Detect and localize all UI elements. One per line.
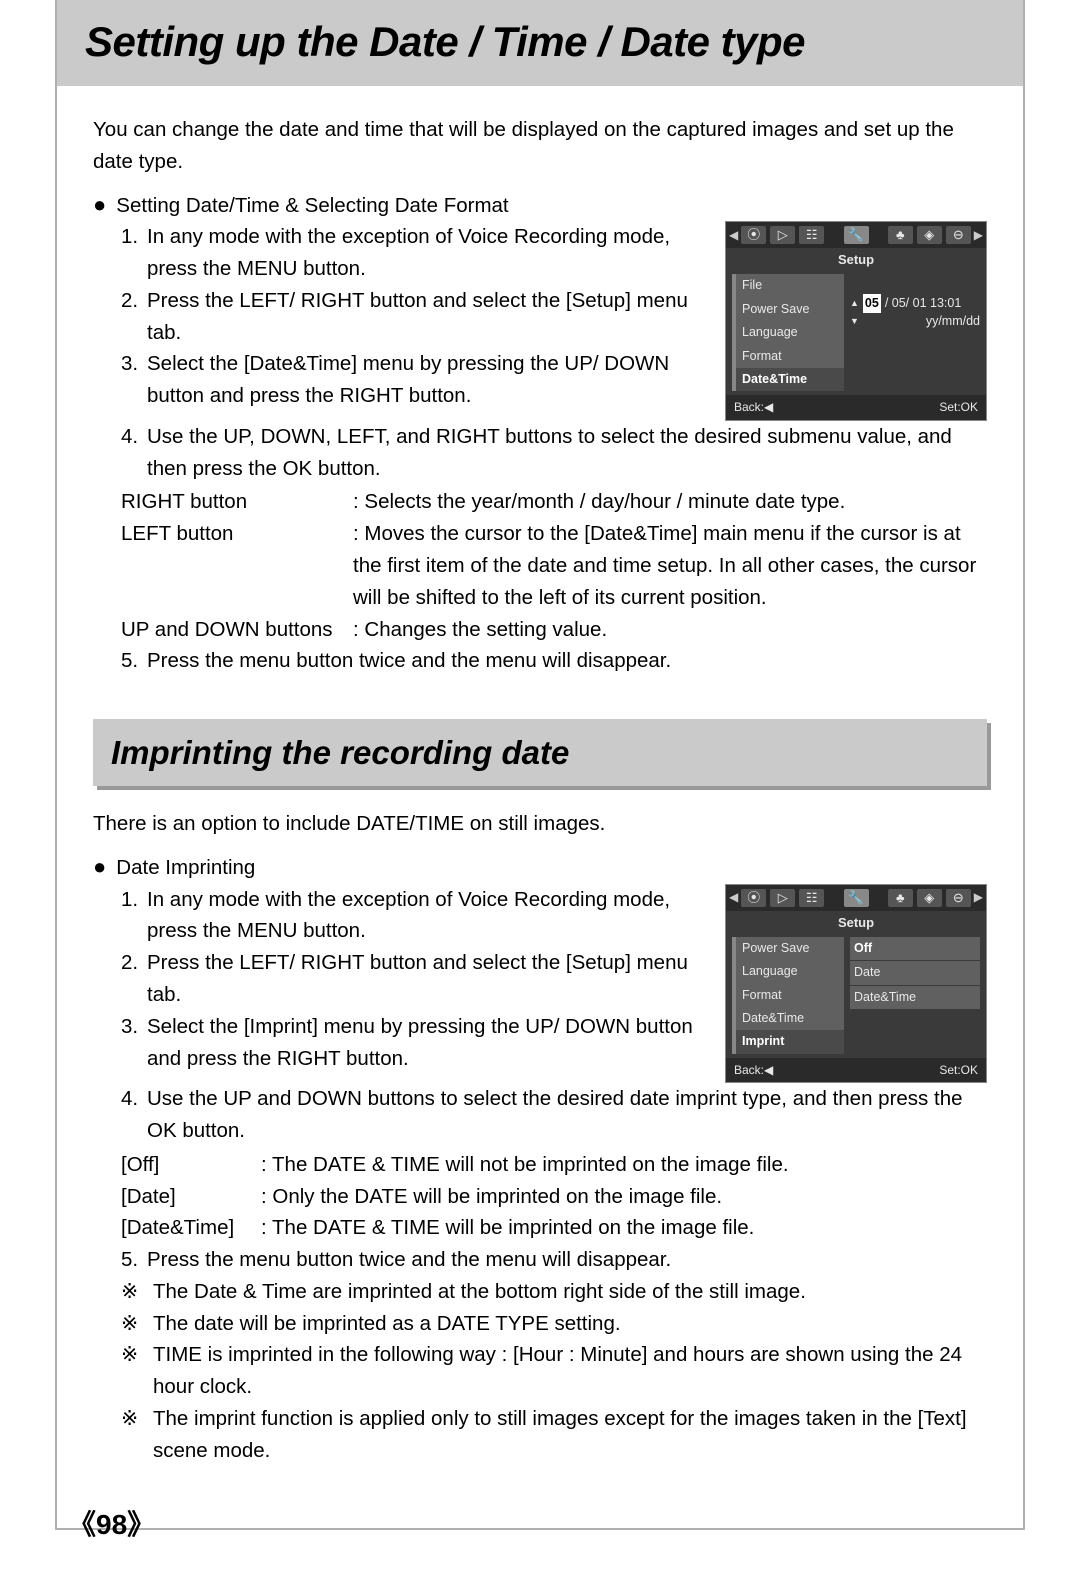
option: Date&Time — [850, 986, 980, 1009]
camera-lcd-setup-imprint: ◀ ⦿ ▷ ☷ 🔧 ♣ ◈ ⊖ ▶ Setup — [725, 884, 987, 1084]
menu-item: Power Save — [736, 937, 844, 960]
step-text: In any mode with the exception of Voice … — [147, 221, 709, 285]
step-text: Select the [Imprint] menu by pressing th… — [147, 1011, 709, 1075]
def-label: [Off] — [121, 1149, 261, 1181]
step-number: 2. — [121, 285, 147, 349]
date-value: / 05/ 01 13:01 — [885, 294, 961, 313]
step-number: 5. — [121, 1244, 147, 1276]
date-hl: 05 — [863, 294, 881, 313]
menu-item: File — [736, 274, 844, 297]
section2-intro: There is an option to include DATE/TIME … — [93, 808, 987, 840]
tab-icon: ♣ — [888, 226, 913, 244]
step-text: Press the LEFT/ RIGHT button and select … — [147, 285, 709, 349]
menu-item: Language — [736, 321, 844, 344]
step-number: 2. — [121, 947, 147, 1011]
lcd-set: Set:OK — [939, 1061, 978, 1080]
step-number: 1. — [121, 221, 147, 285]
tab-icon: ◈ — [917, 226, 942, 244]
note-text: The Date & Time are imprinted at the bot… — [153, 1276, 987, 1308]
def-label: UP and DOWN buttons — [121, 614, 353, 646]
tab-icon: ☷ — [799, 889, 824, 907]
step-text: Press the LEFT/ RIGHT button and select … — [147, 947, 709, 1011]
option: Date — [850, 961, 980, 984]
bullet-icon: ● — [93, 852, 106, 883]
step-number: 3. — [121, 1011, 147, 1075]
note-symbol: ※ — [121, 1339, 153, 1403]
step-number: 4. — [121, 421, 147, 485]
tab-setup-icon: 🔧 — [844, 226, 869, 244]
menu-item: Format — [736, 345, 844, 368]
menu-item-selected: Imprint — [736, 1030, 844, 1053]
step-text: In any mode with the exception of Voice … — [147, 884, 709, 948]
date-format: yy/mm/dd — [863, 312, 980, 331]
menu-item: Power Save — [736, 298, 844, 321]
tab-icon: ⦿ — [741, 889, 766, 907]
page-title: Setting up the Date / Time / Date type — [85, 18, 995, 66]
section1-bullet-heading: Setting Date/Time & Selecting Date Forma… — [116, 190, 508, 222]
def-label: LEFT button — [121, 518, 353, 613]
def-text: : Only the DATE will be imprinted on the… — [261, 1181, 987, 1213]
chevron-right-icon: ▶ — [973, 888, 984, 907]
lcd-back: Back:◀ — [734, 1061, 773, 1080]
tab-icon: ▷ — [770, 226, 795, 244]
page-number: 《98》 — [68, 1503, 155, 1543]
down-arrow-icon: ▼ — [850, 317, 859, 326]
chevron-left-icon: ◀ — [728, 888, 739, 907]
tab-icon: ⊖ — [946, 226, 971, 244]
tab-icon: ▷ — [770, 889, 795, 907]
step-number: 4. — [121, 1083, 147, 1147]
menu-item: Date&Time — [736, 1007, 844, 1030]
step-number: 5. — [121, 645, 147, 677]
def-text: : Changes the setting value. — [353, 614, 987, 646]
section2-title-block: Imprinting the recording date — [93, 719, 987, 786]
def-text: : The DATE & TIME will not be imprinted … — [261, 1149, 987, 1181]
up-arrow-icon: ▲ — [850, 299, 859, 308]
step-number: 3. — [121, 348, 147, 412]
def-text: : Moves the cursor to the [Date&Time] ma… — [353, 518, 987, 613]
lcd-set: Set:OK — [939, 398, 978, 417]
note-symbol: ※ — [121, 1403, 153, 1467]
chevron-right-icon: ▶ — [973, 226, 984, 245]
tab-icon: ⦿ — [741, 226, 766, 244]
lcd-setup-label: Setup — [726, 248, 986, 274]
option-selected: Off — [850, 937, 980, 960]
note-text: The imprint function is applied only to … — [153, 1403, 987, 1467]
def-text: : The DATE & TIME will be imprinted on t… — [261, 1212, 987, 1244]
section2-bullet-heading: Date Imprinting — [116, 852, 255, 884]
note-text: The date will be imprinted as a DATE TYP… — [153, 1308, 987, 1340]
note-text: TIME is imprinted in the following way :… — [153, 1339, 987, 1403]
tab-setup-icon: 🔧 — [844, 889, 869, 907]
tab-icon: ☷ — [799, 226, 824, 244]
tab-icon: ⊖ — [946, 889, 971, 907]
note-symbol: ※ — [121, 1308, 153, 1340]
menu-item-selected: Date&Time — [736, 368, 844, 391]
camera-lcd-setup-datetime: ◀ ⦿ ▷ ☷ 🔧 ♣ ◈ ⊖ ▶ Setup — [725, 221, 987, 421]
step-text: Use the UP and DOWN buttons to select th… — [147, 1083, 987, 1147]
def-label: [Date&Time] — [121, 1212, 261, 1244]
def-label: RIGHT button — [121, 486, 353, 518]
tab-icon: ◈ — [917, 889, 942, 907]
step-text: Press the menu button twice and the menu… — [147, 645, 987, 677]
chevron-left-icon: ◀ — [728, 226, 739, 245]
menu-item: Format — [736, 984, 844, 1007]
section2-title: Imprinting the recording date — [111, 727, 969, 778]
page-title-block: Setting up the Date / Time / Date type — [57, 0, 1023, 86]
section1-intro: You can change the date and time that wi… — [93, 114, 987, 178]
def-label: [Date] — [121, 1181, 261, 1213]
lcd-back: Back:◀ — [734, 398, 773, 417]
lcd-setup-label: Setup — [726, 911, 986, 937]
step-text: Use the UP, DOWN, LEFT, and RIGHT button… — [147, 421, 987, 485]
tab-icon: ♣ — [888, 889, 913, 907]
step-text: Press the menu button twice and the menu… — [147, 1244, 987, 1276]
step-number: 1. — [121, 884, 147, 948]
def-text: : Selects the year/month / day/hour / mi… — [353, 486, 987, 518]
menu-item: Language — [736, 960, 844, 983]
step-text: Select the [Date&Time] menu by pressing … — [147, 348, 709, 412]
bullet-icon: ● — [93, 190, 106, 221]
note-symbol: ※ — [121, 1276, 153, 1308]
